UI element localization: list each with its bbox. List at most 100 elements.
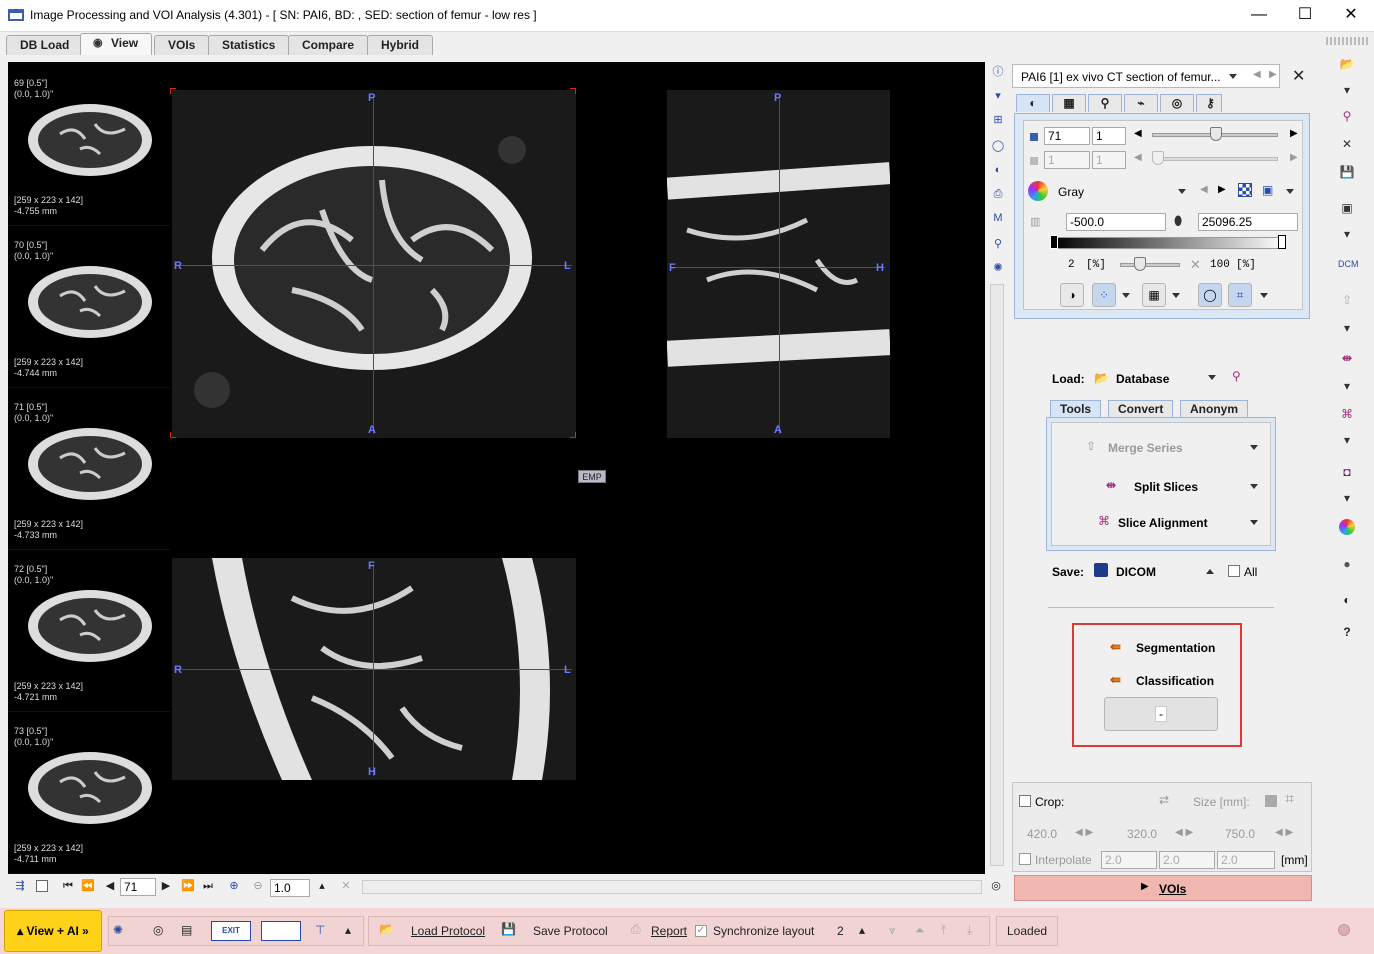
drag-grip[interactable] [1326, 37, 1368, 45]
pattern-button[interactable]: ▦ [1142, 283, 1166, 307]
chevron-up-icon[interactable]: ▴ [345, 923, 351, 937]
slice-number-input[interactable]: 71 [120, 878, 156, 896]
step-icon[interactable]: ⇶ [12, 878, 28, 894]
slice-slider-thumb[interactable] [1210, 127, 1222, 141]
interp-y-input[interactable]: 2.0 [1159, 851, 1215, 869]
max-value-input[interactable]: 25096.25 [1198, 213, 1298, 231]
frame-input-b[interactable]: 1 [1092, 151, 1126, 169]
emp-badge[interactable]: EMP [578, 470, 606, 483]
tab-layout-icon[interactable]: ▦ [1052, 94, 1086, 112]
camera-icon[interactable]: ◎ [153, 923, 163, 937]
upper-threshold-handle[interactable] [1278, 235, 1286, 249]
chevron-down-icon[interactable] [1260, 293, 1268, 298]
report-button[interactable]: Report [651, 917, 687, 945]
collapse-icon[interactable]: ⩔ [889, 923, 896, 938]
print-icon[interactable]: ⎙ [990, 186, 1006, 202]
slice-alignment-button[interactable]: Slice Alignment [1118, 516, 1208, 530]
tab-anonym[interactable]: Anonym [1180, 400, 1248, 418]
lut-icon[interactable] [1238, 183, 1252, 197]
maximize-button[interactable]: ☐ [1282, 0, 1328, 32]
pin-icon[interactable]: ⚲ [1232, 369, 1241, 383]
minimize-button[interactable]: — [1236, 0, 1282, 32]
align-dropdown-icon[interactable] [1250, 520, 1258, 525]
first-slice-icon[interactable]: ⏮ [60, 878, 76, 894]
colormap-next-icon[interactable]: ▶ [1218, 184, 1226, 195]
zoom-out-icon[interactable]: ⊖ [250, 878, 266, 894]
save-format[interactable]: DICOM [1116, 565, 1156, 579]
coronal-view[interactable]: F H R L [172, 558, 576, 780]
move-up-icon[interactable]: ⏶ [915, 923, 925, 938]
chevron-up-icon[interactable]: ▴ [859, 923, 865, 937]
folder-open-icon[interactable]: 📂 [1338, 55, 1356, 73]
slice-next-icon[interactable]: ▶ [1290, 128, 1298, 139]
split-icon[interactable]: ⇹ [1338, 349, 1356, 367]
next-series-icon[interactable]: ▶ [1269, 69, 1277, 80]
thumbnail-slice-71[interactable]: 71 [0.5"] (0.0, 1.0)" [259 x 223 x 142] … [8, 398, 170, 550]
chevron-up-icon[interactable] [1206, 569, 1214, 574]
tab-pin-icon[interactable]: ⚷ [1196, 94, 1222, 112]
frame-next-icon[interactable]: ▶ [1290, 152, 1298, 163]
sync-layout-checkbox[interactable]: ✓ [695, 925, 707, 937]
crop-button[interactable]: ⌗ [1228, 283, 1252, 307]
last-slice-icon[interactable]: ⏭ [200, 878, 216, 894]
load-source[interactable]: Database [1116, 372, 1169, 386]
export-icon[interactable]: ▤ [181, 923, 192, 937]
slice-input-b[interactable]: 1 [1092, 127, 1126, 145]
percent-slider[interactable] [1120, 263, 1180, 267]
lock-icon[interactable]: ⬮ [1174, 213, 1182, 229]
colormap-dropdown-icon[interactable] [1178, 189, 1186, 194]
classification-button[interactable]: Classification [1136, 674, 1214, 688]
chevron-down-icon[interactable]: ▾ [1338, 319, 1356, 337]
terminal-icon[interactable]: ▣ [1338, 199, 1356, 217]
tab-motion-icon[interactable]: ◎ [1160, 94, 1194, 112]
tab-color-icon[interactable]: ◐ [1016, 94, 1050, 112]
tab-convert[interactable]: Convert [1108, 400, 1174, 418]
crop-y-prev-icon[interactable]: ◀ ▶ [1175, 827, 1193, 838]
chevron-down-icon[interactable]: ▾ [1338, 225, 1356, 243]
settings-icon[interactable]: ✺ [990, 260, 1006, 276]
exit-icon[interactable]: EXIT [211, 921, 251, 941]
brain-icon[interactable]: ● [1338, 555, 1356, 573]
image-viewer[interactable]: 69 [0.5"] (0.0, 1.0)" [259 x 223 x 142] … [8, 62, 985, 874]
save-all-checkbox[interactable] [1228, 565, 1240, 577]
interp-x-input[interactable]: 2.0 [1101, 851, 1157, 869]
segmentation-button[interactable]: Segmentation [1136, 641, 1215, 655]
thumbnail-slice-70[interactable]: 70 [0.5"] (0.0, 1.0)" [259 x 223 x 142] … [8, 236, 170, 388]
pin-icon[interactable]: ⚲ [1338, 107, 1356, 125]
screen-icon[interactable]: ◘ [1338, 463, 1356, 481]
roi-icon[interactable]: ◯ [990, 138, 1006, 154]
crop-icon[interactable]: ⌗ [1285, 791, 1294, 809]
size-stop-icon[interactable] [1265, 795, 1277, 807]
crop-z-prev-icon[interactable]: ◀ ▶ [1275, 827, 1293, 838]
tab-fusion-icon[interactable]: ⚲ [1088, 94, 1122, 112]
tab-view[interactable]: ◉ View [80, 33, 153, 55]
ai-model-button[interactable]: - [1104, 697, 1218, 731]
load-protocol-button[interactable]: Load Protocol [411, 917, 485, 945]
tab-vois[interactable]: VOIs [154, 35, 210, 55]
chevron-down-icon[interactable] [1172, 293, 1180, 298]
dicom-icon[interactable]: DCM [1338, 255, 1359, 273]
chevron-down-icon[interactable]: ▾ [1338, 489, 1356, 507]
sagittal-view[interactable]: P A F H [667, 90, 890, 438]
palette-icon[interactable] [1028, 181, 1048, 201]
close-data-icon[interactable]: ✕ [1338, 135, 1356, 153]
chevron-up-icon[interactable]: ▴ [314, 878, 330, 894]
view-ai-button[interactable]: ▴ View + AI » [4, 910, 102, 952]
tab-compare[interactable]: Compare [288, 35, 369, 55]
slice-scrollbar[interactable] [362, 880, 982, 894]
chevron-down-icon[interactable] [1122, 293, 1130, 298]
zoom-input[interactable]: 1.0 [270, 879, 310, 897]
interpolate-checkbox[interactable] [1019, 853, 1031, 865]
viewer-scrollbar[interactable] [990, 284, 1004, 866]
app-small-icon[interactable]: ⊤ [315, 923, 325, 937]
settings-icon[interactable]: ✺ [113, 923, 123, 937]
help-icon[interactable]: ? [1338, 623, 1356, 641]
zoom-in-icon[interactable]: ⊕ [226, 878, 242, 894]
tab-db-load[interactable]: DB Load [6, 35, 84, 55]
percent-slider-thumb[interactable] [1133, 257, 1146, 271]
invert-button[interactable]: ◑ [1060, 283, 1084, 307]
chevron-down-icon[interactable]: ▾ [990, 88, 1006, 104]
crop-x-prev-icon[interactable]: ◀ ▶ [1075, 827, 1093, 838]
merge-icon[interactable]: ⇧ [1338, 291, 1356, 309]
prev-series-icon[interactable]: ◀ [1253, 69, 1261, 80]
